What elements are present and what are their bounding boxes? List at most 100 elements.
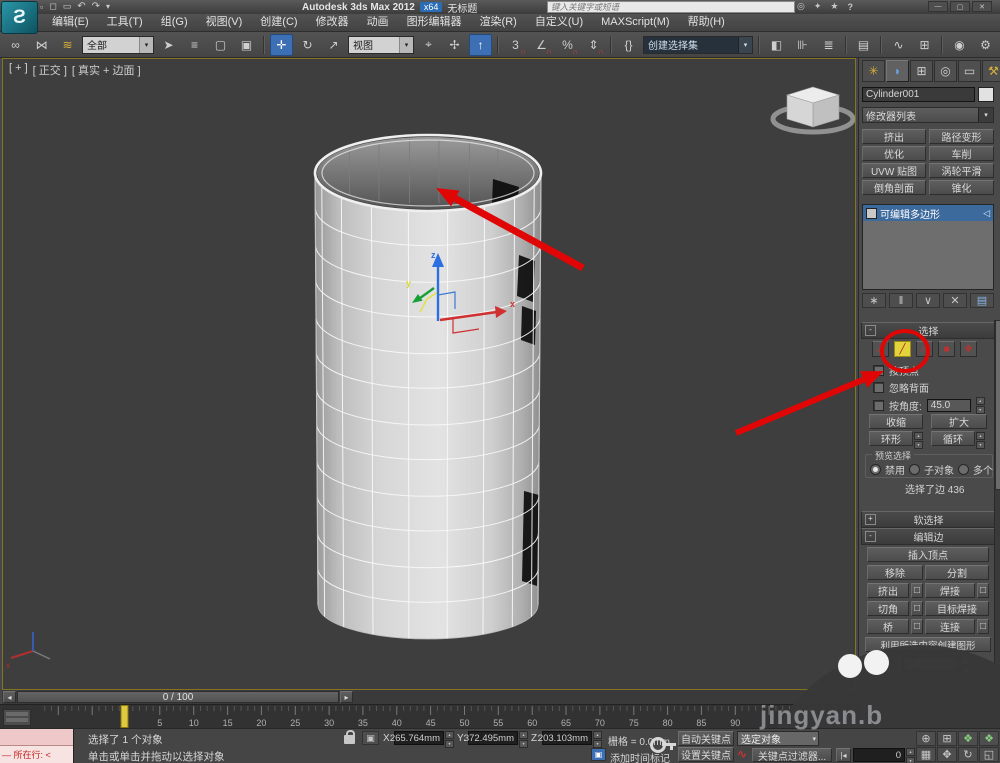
maximize-viewport-icon[interactable]: ◱ — [979, 747, 999, 762]
graphite-ribbon-icon[interactable]: ▤ — [852, 34, 875, 56]
grow-button[interactable]: 扩大 — [931, 414, 987, 429]
z-coord-field[interactable]: 203.103mm — [542, 731, 592, 745]
pan-hand-icon[interactable]: ✥ — [937, 747, 957, 762]
favorites-star-icon[interactable]: ★ — [830, 1, 838, 12]
key-filters-button[interactable]: 关键点过滤器... — [752, 748, 832, 762]
add-time-tag-icon[interactable]: ▣ — [591, 748, 606, 761]
preview-multiple-radio[interactable] — [958, 464, 969, 475]
x-coord-spinner[interactable]: ▴▾ — [445, 731, 454, 748]
select-by-name-icon[interactable]: ≡ — [183, 34, 206, 56]
communication-center-icon[interactable]: ✦ — [814, 1, 822, 12]
connect-settings-button[interactable]: □ — [977, 619, 989, 634]
zoom-icon[interactable]: ⊕ — [916, 731, 936, 746]
menu-animation[interactable]: 动画 — [359, 14, 397, 31]
loop-button[interactable]: 循环 — [931, 431, 975, 446]
remove-button[interactable]: 移除 — [867, 565, 923, 580]
modifier-button-turbosmooth[interactable]: 涡轮平滑 — [929, 163, 994, 178]
modifier-button-lathe[interactable]: 车削 — [929, 146, 994, 161]
bridge-settings-button[interactable]: □ — [911, 619, 923, 634]
menu-rendering[interactable]: 渲染(R) — [472, 14, 525, 31]
subobject-edge-icon[interactable]: ╱ — [894, 341, 911, 357]
material-editor-icon[interactable]: ◉ — [948, 34, 971, 56]
viewport-menu-plus[interactable]: [ + ] — [9, 62, 28, 78]
next-frame-button[interactable]: ▸ — [340, 691, 353, 703]
stack-item-editable-poly[interactable]: 可编辑多边形 ◁ — [863, 205, 993, 221]
rollout-edit-edges-header[interactable]: -编辑边 — [861, 528, 996, 545]
z-coord-spinner[interactable]: ▴▾ — [593, 731, 602, 748]
bridge-button[interactable]: 桥 — [867, 619, 909, 634]
field-of-view-icon[interactable]: ▦ — [916, 747, 936, 762]
modifier-button-pathdeform[interactable]: 路径变形 — [929, 129, 994, 144]
tab-motion-icon[interactable]: ◎ — [934, 60, 957, 82]
preview-disable-radio[interactable] — [870, 464, 881, 475]
tab-hierarchy-icon[interactable]: ⊞ — [910, 60, 933, 82]
menu-modifiers[interactable]: 修改器 — [308, 14, 357, 31]
zoom-extents-all-icon[interactable]: ❖ — [979, 731, 999, 746]
modifier-button-uvwmap[interactable]: UVW 贴图 — [862, 163, 926, 178]
insert-vertex-button[interactable]: 插入顶点 — [867, 547, 989, 562]
modifier-button-bevelprofile[interactable]: 倒角剖面 — [862, 180, 926, 195]
time-slider-handle[interactable]: 0 / 100 — [17, 691, 339, 703]
frame-spinner[interactable]: ▴▾ — [906, 748, 915, 763]
tab-modify-icon[interactable]: ◗ — [886, 60, 909, 82]
preview-subobject-radio[interactable] — [909, 464, 920, 475]
infocenter-search-input[interactable] — [547, 1, 795, 13]
app-logo[interactable]: Ƨ — [1, 1, 38, 34]
show-end-result-icon[interactable]: ‖ — [889, 293, 913, 308]
remove-modifier-icon[interactable]: ✕ — [943, 293, 967, 308]
render-setup-icon[interactable]: ⚙ — [974, 34, 997, 56]
tab-utilities-icon[interactable]: ⚒ — [982, 60, 1000, 82]
current-frame-field[interactable]: 0 — [853, 748, 905, 762]
use-pivot-center-icon[interactable]: ⌖ — [417, 34, 440, 56]
help-icon[interactable]: ? — [847, 2, 853, 12]
go-to-start-button[interactable]: |◂ — [836, 748, 851, 762]
new-file-icon[interactable]: ▫ — [40, 2, 43, 12]
auto-key-button[interactable]: 自动关键点 — [678, 731, 734, 746]
viewport-shading-label[interactable]: [ 真实 + 边面 ] — [72, 62, 141, 78]
tab-display-icon[interactable]: ▭ — [958, 60, 981, 82]
target-weld-button[interactable]: 目标焊接 — [925, 601, 989, 616]
redo-icon[interactable]: ↷ — [92, 1, 100, 12]
reference-coordinate-dropdown[interactable]: 视图▾ — [348, 36, 414, 54]
tab-create-icon[interactable]: ✳ — [862, 60, 885, 82]
menu-help[interactable]: 帮助(H) — [680, 14, 733, 31]
x-coord-field[interactable]: 265.764mm — [394, 731, 444, 745]
y-coord-field[interactable]: 372.495mm — [468, 731, 518, 745]
zoom-extents-icon[interactable]: ❖ — [958, 731, 978, 746]
open-file-icon[interactable]: ◻ — [49, 1, 56, 12]
chamfer-button[interactable]: 切角 — [867, 601, 909, 616]
undo-icon[interactable]: ↶ — [77, 1, 85, 12]
by-angle-checkbox[interactable] — [873, 400, 884, 411]
viewcube[interactable] — [773, 87, 853, 132]
zoom-all-icon[interactable]: ⊞ — [937, 731, 957, 746]
perspective-viewport[interactable]: z x y x [ + ] [ 正交 ] — [2, 58, 856, 690]
spinner-snap-icon[interactable]: ⇕∩ — [582, 34, 605, 56]
connect-button[interactable]: 连接 — [925, 619, 975, 634]
schematic-view-icon[interactable]: ⊞ — [913, 34, 936, 56]
close-button[interactable]: ✕ — [972, 1, 992, 12]
by-angle-spinner[interactable]: ▴▾ — [976, 397, 985, 414]
selection-lock-icon[interactable] — [344, 735, 355, 744]
modifier-stack[interactable]: 可编辑多边形 ◁ — [862, 204, 994, 290]
minimize-button[interactable]: — — [928, 1, 948, 12]
edit-named-selection-sets-icon[interactable]: {} — [617, 34, 640, 56]
menu-create[interactable]: 创建(C) — [252, 14, 305, 31]
configure-modifier-sets-icon[interactable]: ▤ — [970, 293, 994, 308]
menu-graph-editors[interactable]: 图形编辑器 — [399, 14, 470, 31]
save-file-icon[interactable]: ▭ — [63, 1, 72, 12]
ring-spinner[interactable]: ▴▾ — [914, 432, 923, 449]
viewport-pov-label[interactable]: [ 正交 ] — [33, 62, 67, 78]
split-button[interactable]: 分割 — [925, 565, 989, 580]
snaps-toggle-icon[interactable]: 3∩ — [504, 34, 527, 56]
rollout-selection-header[interactable]: -选择 — [861, 322, 996, 339]
align-icon[interactable]: ⊪ — [791, 34, 814, 56]
absolute-mode-toggle-icon[interactable]: ▣ — [362, 731, 379, 745]
modifier-button-optimize[interactable]: 优化 — [862, 146, 926, 161]
object-color-swatch[interactable] — [978, 87, 994, 102]
window-crossing-icon[interactable]: ▣ — [235, 34, 258, 56]
ignore-backfacing-checkbox[interactable] — [873, 382, 884, 393]
extrude-settings-button[interactable]: □ — [911, 583, 923, 598]
subobject-element-icon[interactable]: ❖ — [960, 341, 977, 357]
select-and-rotate-icon[interactable]: ↻ — [296, 34, 319, 56]
mirror-icon[interactable]: ◧ — [765, 34, 788, 56]
